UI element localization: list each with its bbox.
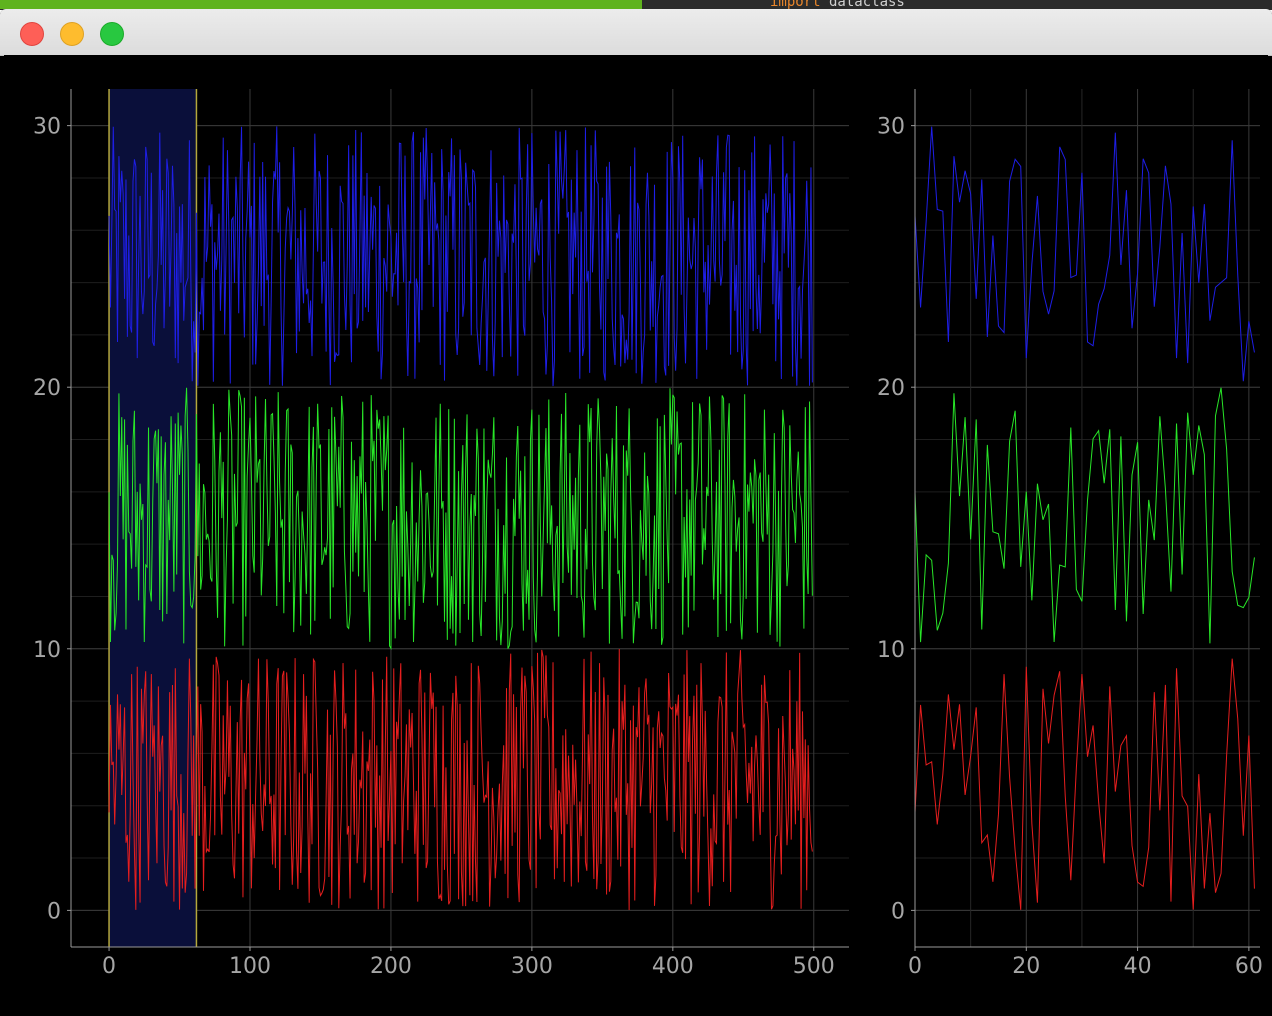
x-tick-label: 200 [370, 954, 412, 979]
series-line-middle [914, 387, 1255, 644]
y-tick-label: 10 [877, 638, 905, 663]
y-tick-label: 10 [33, 638, 61, 663]
zoom-series [914, 126, 1255, 910]
overview-plot[interactable]: 0 100 200 300 400 500 0 10 20 30 [33, 89, 849, 979]
x-tick-label: 100 [229, 954, 271, 979]
maximize-window-button[interactable] [100, 22, 124, 46]
x-tick-label: 500 [793, 954, 835, 979]
plot-window: 0 100 200 300 400 500 0 10 20 30 0 20 40 60 0 10 20 30 [0, 9, 1272, 1016]
close-window-button[interactable] [20, 22, 44, 46]
background-app-strip [0, 0, 642, 9]
x-tick-label: 400 [652, 954, 694, 979]
x-tick-label: 60 [1235, 954, 1263, 979]
series-line-top [108, 126, 813, 387]
y-tick-label: 30 [33, 115, 61, 140]
series-line-top [914, 126, 1255, 382]
y-tick-label: 0 [891, 899, 905, 924]
series-line-bottom [914, 658, 1255, 910]
overview-series [108, 126, 813, 910]
y-tick-label: 30 [877, 115, 905, 140]
series-line-middle [108, 387, 813, 651]
x-tick-label: 300 [511, 954, 553, 979]
plots-canvas: 0 100 200 300 400 500 0 10 20 30 0 20 40 60 0 10 20 30 [33, 89, 1263, 979]
x-tick-label: 40 [1124, 954, 1152, 979]
x-tick-label: 20 [1012, 954, 1040, 979]
plot-area: 0 100 200 300 400 500 0 10 20 30 0 20 40 60 0 10 20 30 [4, 55, 1268, 1016]
y-tick-label: 0 [47, 899, 61, 924]
x-tick-label: 0 [102, 954, 116, 979]
title-bar[interactable] [0, 9, 1272, 56]
y-tick-label: 20 [877, 376, 905, 401]
minimize-window-button[interactable] [60, 22, 84, 46]
y-tick-label: 20 [33, 376, 61, 401]
x-tick-label: 0 [908, 954, 922, 979]
series-line-bottom [108, 648, 813, 910]
zoom-plot[interactable]: 0 20 40 60 0 10 20 30 [877, 89, 1263, 979]
zoom-grid [914, 89, 1260, 947]
